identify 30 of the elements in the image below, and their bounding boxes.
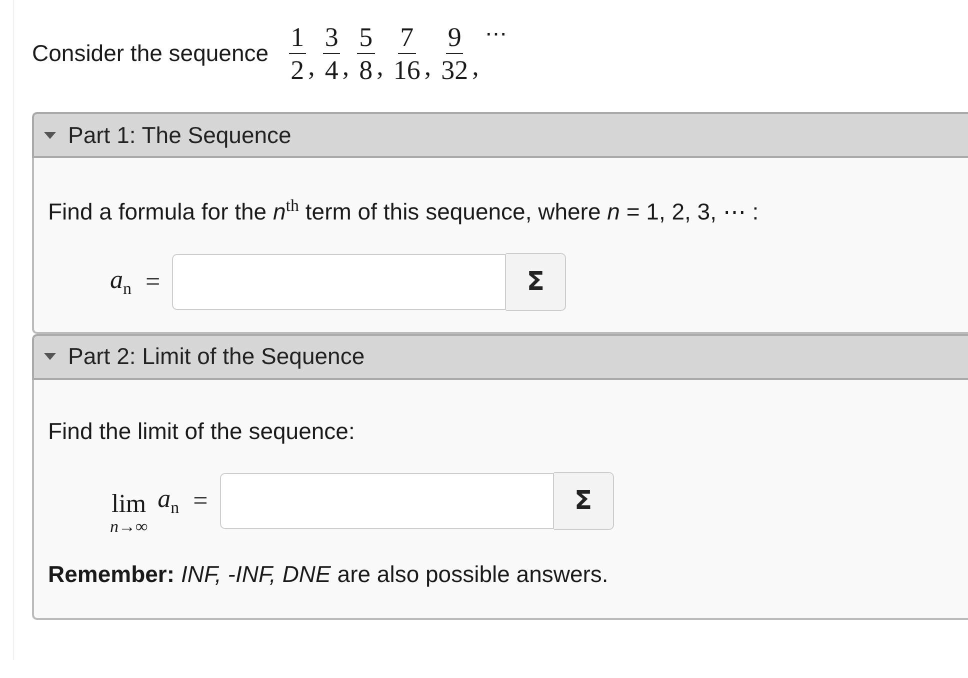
intro-text: Consider the sequence [32,40,269,66]
math-variable: a$_{n}$ [110,264,132,299]
limit-expression: lim n→∞ [110,490,148,536]
answer-field[interactable] [220,472,554,529]
caret-icon [44,353,56,360]
equals-sign: = [193,486,208,516]
part-header[interactable]: Part 2: Limit of the Sequence [32,334,968,380]
part-title: Part 1: The Sequence [68,122,292,148]
math-variable: a$_{n}$ [158,484,180,518]
equals-sign: = [146,266,160,297]
comma: , [308,50,315,82]
question-text: Find the limit of the sequence: [48,418,356,445]
equation-editor-button[interactable]: Σ [554,472,614,530]
comma: , [472,50,479,82]
fraction: 5 8 [356,20,376,86]
ellipsis: ⋯ [484,20,507,46]
part-title: Part 2: Limit of the Sequence [68,343,365,370]
fraction: 1 2 [288,20,308,86]
answer-field[interactable] [172,254,506,310]
question-text: Find a formula for the n$^{th}$ term of this sequence, where n = 1, 2, 3, ⋯ : [48,196,760,226]
comma: , [376,50,384,82]
fraction: 3 4 [322,20,342,86]
comma: , [424,50,432,82]
comma: , [342,50,350,82]
fraction: 7 16 [392,20,422,86]
part-header[interactable]: Part 1: The Sequence [32,112,968,158]
hint-text: Remember: INF, -INF, DNE are also possible answers. [48,560,610,588]
equation-editor-button[interactable]: Σ [506,252,566,311]
fraction: 9 32 [440,20,470,86]
caret-icon [44,132,56,138]
